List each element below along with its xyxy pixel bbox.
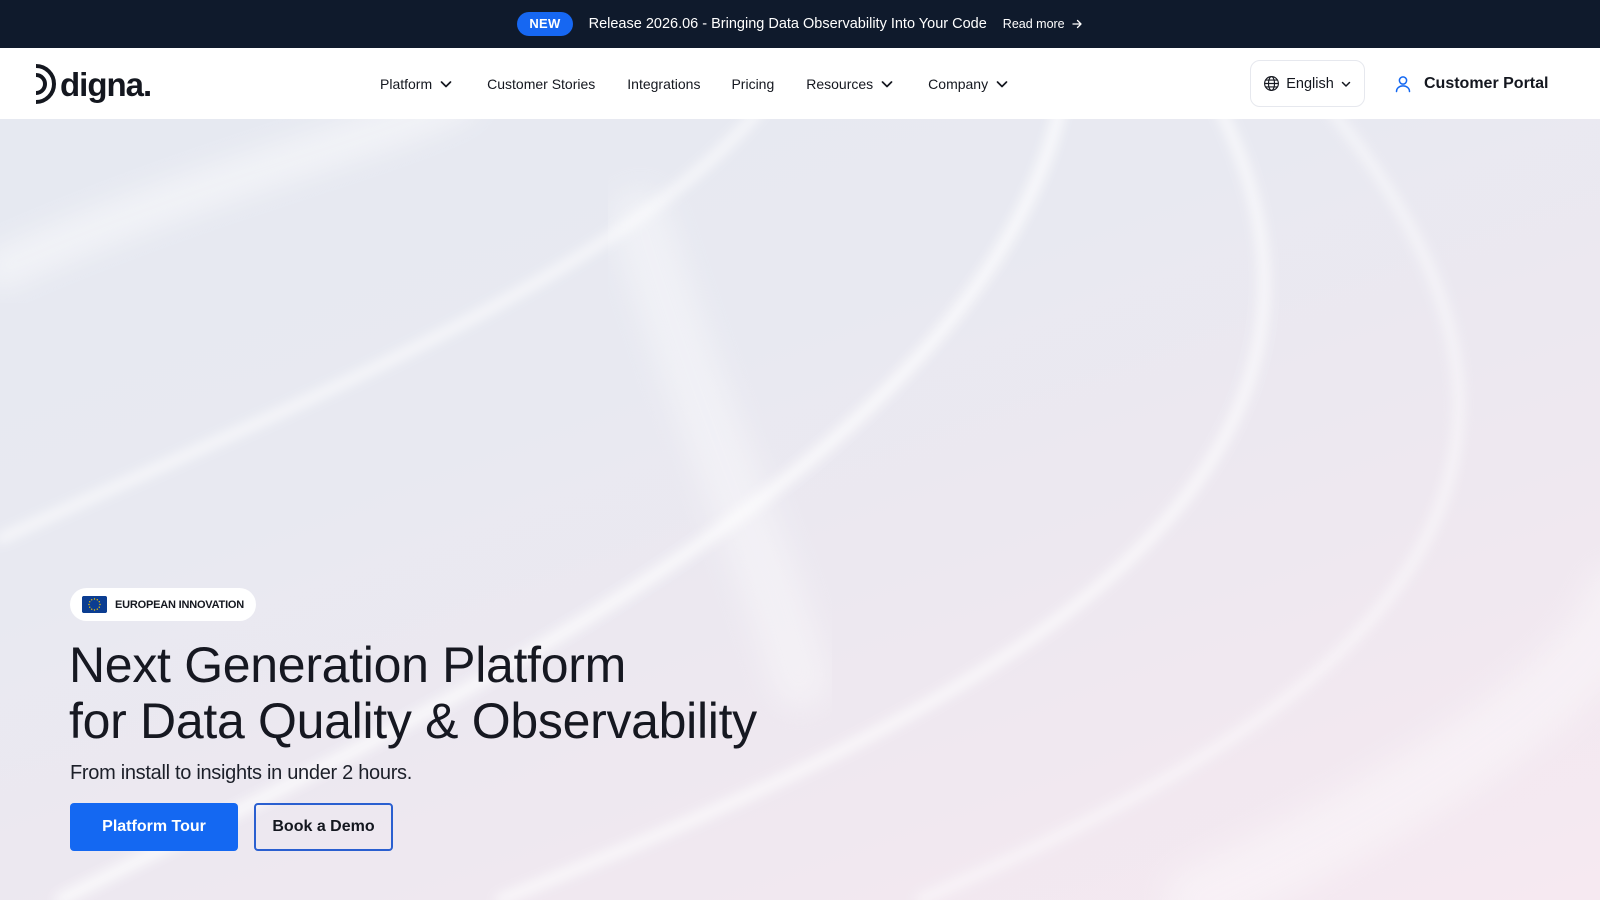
nav-item-label: Integrations: [627, 75, 701, 92]
book-demo-button[interactable]: Book a Demo: [254, 803, 393, 851]
customer-portal-label: Customer Portal: [1424, 74, 1549, 92]
nav-item-label: Customer Stories: [487, 75, 596, 92]
globe-icon: [1264, 76, 1280, 91]
arrow-right-icon: [1071, 19, 1082, 29]
nav-item-platform[interactable]: Platform: [380, 76, 453, 92]
announcement-bar: NEW Release 2026.06 - Bringing Data Obse…: [0, 0, 1600, 48]
digna-logo-mark-icon: [35, 64, 56, 104]
new-badge: NEW: [517, 12, 573, 36]
chevron-down-icon: [440, 80, 452, 87]
european-innovation-label: EUROPEAN INNOVATION: [115, 598, 245, 611]
chevron-down-icon: [1341, 81, 1351, 87]
platform-tour-button[interactable]: Platform Tour: [70, 803, 238, 851]
nav-item-label: Pricing: [731, 75, 775, 92]
eu-flag-icon: [82, 596, 107, 613]
read-more-label: Read more: [1002, 17, 1065, 31]
user-icon: [1395, 75, 1411, 92]
hero-headline: Next Generation Platform for Data Qualit…: [69, 637, 969, 749]
language-label: English: [1286, 75, 1334, 92]
logo-wordmark: digna.: [60, 65, 152, 103]
announcement-message: Release 2026.06 - Bringing Data Observab…: [588, 16, 987, 32]
chevron-down-icon: [996, 80, 1008, 87]
language-selector[interactable]: English: [1250, 60, 1365, 107]
hero-headline-line-1: Next Generation Platform: [69, 637, 626, 693]
chevron-down-icon: [881, 80, 893, 87]
european-innovation-badge: EUROPEAN INNOVATION: [70, 588, 257, 621]
nav-item-resources[interactable]: Resources: [806, 76, 894, 92]
read-more-link[interactable]: Read more: [1003, 17, 1083, 31]
logo[interactable]: digna.: [30, 60, 152, 108]
nav-item-label: Platform: [380, 75, 433, 92]
primary-nav: Platform Customer Stories Integrations P…: [380, 48, 1009, 119]
nav-item-pricing[interactable]: Pricing: [731, 76, 774, 92]
nav-item-label: Company: [928, 75, 989, 92]
nav-item-integrations[interactable]: Integrations: [627, 76, 700, 92]
hero-headline-line-2: for Data Quality & Observability: [69, 693, 757, 749]
nav-item-customer-stories[interactable]: Customer Stories: [487, 76, 595, 92]
customer-portal-link[interactable]: Customer Portal: [1394, 60, 1548, 107]
nav-item-label: Resources: [806, 75, 874, 92]
nav-item-company[interactable]: Company: [928, 76, 1009, 92]
hero-section: EUROPEAN INNOVATION Next Generation Plat…: [0, 119, 1600, 900]
main-navbar: digna. Platform Customer Stories Integra…: [0, 48, 1600, 119]
hero-subheadline: From install to insights in under 2 hour…: [70, 762, 413, 784]
